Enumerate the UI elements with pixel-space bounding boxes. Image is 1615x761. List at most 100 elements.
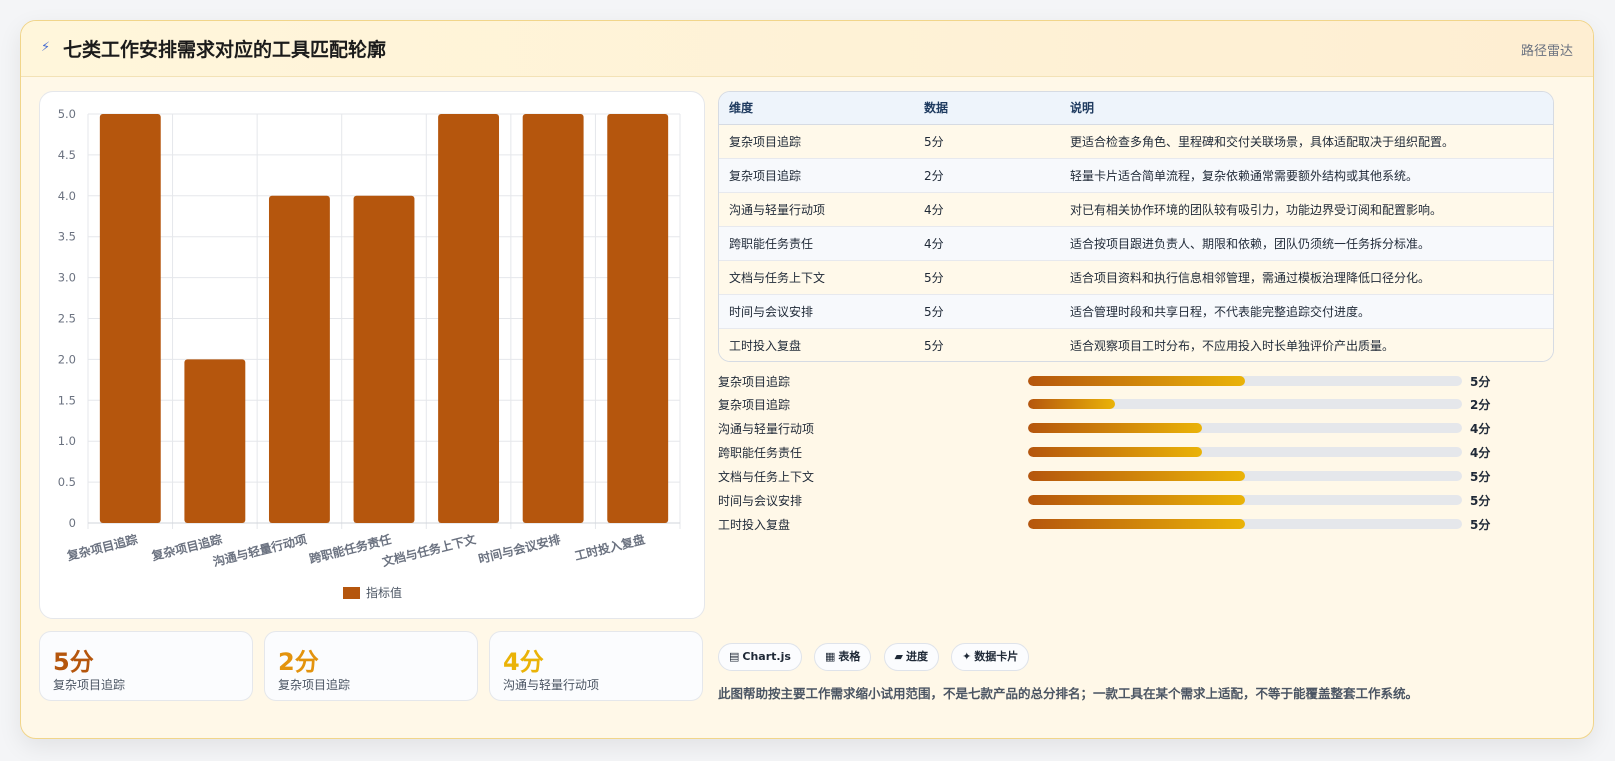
progress-row: 复杂项目追踪 2分: [718, 394, 1518, 414]
cell-description: 适合按项目跟进负责人、期限和依赖，团队仍须统一任务拆分标准。: [1060, 226, 1553, 261]
x-tick-label: 文档与任务上下文: [381, 531, 479, 569]
header-tag: 路径雷达: [1520, 44, 1573, 59]
progress-track: [1028, 399, 1462, 409]
y-tick-label: 0.5: [58, 475, 76, 489]
bar-chart: 00.51.01.52.02.53.03.54.04.55.0复杂项目追踪 复杂项…: [58, 107, 681, 600]
cell-data: 5分: [914, 124, 1060, 159]
progress-icon: ▰: [894, 650, 903, 663]
kpi-label: 沟通与轻量行动项: [503, 678, 600, 692]
progress-fill: [1028, 447, 1202, 457]
cell-dimension: 复杂项目追踪: [719, 158, 914, 193]
chip-data-card[interactable]: ✦ 数据卡片: [951, 643, 1030, 671]
progress-score: 2分: [1470, 398, 1491, 412]
sparkle-icon: ✦: [962, 650, 972, 663]
progress-label: 时间与会议安排: [718, 494, 803, 508]
progress-score: 5分: [1470, 494, 1491, 508]
table-row: 跨职能任务责任 4分 适合按项目跟进负责人、期限和依赖，团队仍须统一任务拆分标准…: [719, 226, 1553, 261]
cell-dimension: 复杂项目追踪: [719, 124, 914, 159]
progress-track: [1028, 495, 1462, 505]
chip-label: 数据卡片: [974, 650, 1019, 663]
kpi-card: 4分 沟通与轻量行动项: [489, 631, 703, 701]
table-icon: ▦: [825, 650, 836, 663]
progress-fill: [1028, 376, 1245, 386]
progress-score: 5分: [1470, 375, 1491, 389]
bar: [522, 114, 584, 523]
kpi-label: 复杂项目追踪: [278, 678, 351, 692]
y-tick-label: 0: [69, 516, 76, 530]
kpi-value: 5分: [53, 648, 94, 676]
cell-description: 适合项目资料和执行信息相邻管理，需通过模板治理降低口径分化。: [1060, 260, 1553, 295]
kpi-card: 2分 复杂项目追踪: [264, 631, 478, 701]
chip-table[interactable]: ▦ 表格: [814, 643, 872, 671]
kpi-value: 4分: [503, 648, 544, 676]
cell-dimension: 沟通与轻量行动项: [719, 192, 914, 227]
cell-description: 更适合检查多角色、里程碑和交付关联场景，具体适配取决于组织配置。: [1060, 124, 1553, 159]
cell-dimension: 文档与任务上下文: [719, 260, 914, 295]
progress-row: 时间与会议安排 5分: [718, 490, 1518, 510]
progress-fill: [1028, 399, 1115, 409]
cell-description: 适合管理时段和共享日程，不代表能完整追踪交付进度。: [1060, 294, 1553, 329]
progress-score: 4分: [1470, 422, 1491, 436]
cell-dimension: 时间与会议安排: [719, 294, 914, 329]
progress-row: 跨职能任务责任 4分: [718, 442, 1518, 462]
chip-progress[interactable]: ▰ 进度: [883, 643, 939, 671]
progress-track: [1028, 376, 1462, 386]
x-tick-label: 沟通与轻量行动项: [211, 531, 308, 569]
dashboard-card: ⚡ 七类工作安排需求对应的工具匹配轮廓 路径雷达 0 0.5 1.0 1.5 2.0 2.…: [20, 20, 1594, 739]
data-table: 维度 数据 说明 复杂项目追踪 5分 更适合检查多角色、里程碑和交付关联场景，具…: [719, 92, 1553, 361]
y-tick-label: 2.5: [58, 312, 76, 326]
table-header-row: 维度 数据 说明: [719, 92, 1553, 125]
y-tick-label: 1.5: [58, 393, 76, 407]
progress-row: 文档与任务上下文 5分: [718, 466, 1518, 486]
progress-track: [1028, 447, 1462, 457]
cell-data: 5分: [914, 260, 1060, 295]
bolt-icon: ⚡: [41, 40, 51, 55]
y-tick-label: 3.0: [58, 271, 76, 285]
footnote: 此图帮助按主要工作需求缩小试用范围，不是七款产品的总分排名；一款工具在某个需求上…: [718, 686, 1419, 701]
bar: [99, 114, 161, 523]
cell-dimension: 工时投入复盘: [719, 328, 914, 361]
progress-score: 5分: [1470, 470, 1491, 484]
cell-data: 5分: [914, 328, 1060, 361]
bar: [438, 114, 500, 523]
y-tick-label: 4.0: [58, 189, 76, 203]
cell-data: 4分: [914, 226, 1060, 261]
y-tick-label: 3.5: [58, 230, 76, 244]
table-row: 沟通与轻量行动项 4分 对已有相关协作环境的团队较有吸引力，功能边界受订阅和配置…: [719, 192, 1553, 227]
progress-score: 4分: [1470, 446, 1491, 460]
page-title: 七类工作安排需求对应的工具匹配轮廓: [63, 39, 387, 61]
progress-track: [1028, 423, 1462, 433]
cell-data: 4分: [914, 192, 1060, 227]
column-header-description: 说明: [1060, 92, 1553, 125]
chip-label: 进度: [905, 650, 928, 663]
bar: [353, 195, 415, 524]
table-row: 工时投入复盘 5分 适合观察项目工时分布，不应用投入时长单独评价产出质量。: [719, 328, 1553, 361]
x-tick-label: 时间与会议安排: [477, 531, 562, 566]
bar-chart-panel: 0 0.5 1.0 1.5 2.0 2.5 3.0 3.5 4.0 4.5 5.0 复杂项目追踪 复杂项…: [39, 91, 705, 619]
chip-chartjs[interactable]: ▤ Chart.js: [718, 643, 802, 671]
progress-row: 复杂项目追踪 5分: [718, 371, 1518, 391]
chip-label: Chart.js: [742, 650, 791, 663]
card-header: ⚡ 七类工作安排需求对应的工具匹配轮廓 路径雷达: [21, 21, 1593, 77]
cell-dimension: 跨职能任务责任: [719, 226, 914, 261]
legend-swatch: [343, 587, 360, 599]
cell-data: 2分: [914, 158, 1060, 193]
progress-label: 沟通与轻量行动项: [718, 422, 815, 436]
y-tick-label: 2.0: [58, 352, 76, 366]
bar: [184, 359, 246, 523]
progress-fill: [1028, 495, 1245, 505]
cell-description: 对已有相关协作环境的团队较有吸引力，功能边界受订阅和配置影响。: [1060, 192, 1553, 227]
progress-score: 5分: [1470, 518, 1491, 532]
x-tick-label: 跨职能任务责任: [308, 531, 393, 566]
legend-label: 指标值: [366, 585, 402, 600]
bar: [268, 195, 330, 524]
bar: [607, 114, 669, 523]
tech-chips: ▤ Chart.js ▦ 表格 ▰ 进度 ✦ 数据卡片: [718, 643, 1036, 673]
column-header-dimension: 维度: [719, 92, 914, 125]
y-tick-label: 5.0: [58, 107, 76, 121]
progress-track: [1028, 519, 1462, 529]
chip-label: 表格: [838, 650, 861, 663]
kpi-card: 5分 复杂项目追踪: [39, 631, 253, 701]
progress-fill: [1028, 471, 1245, 481]
progress-fill: [1028, 519, 1245, 529]
